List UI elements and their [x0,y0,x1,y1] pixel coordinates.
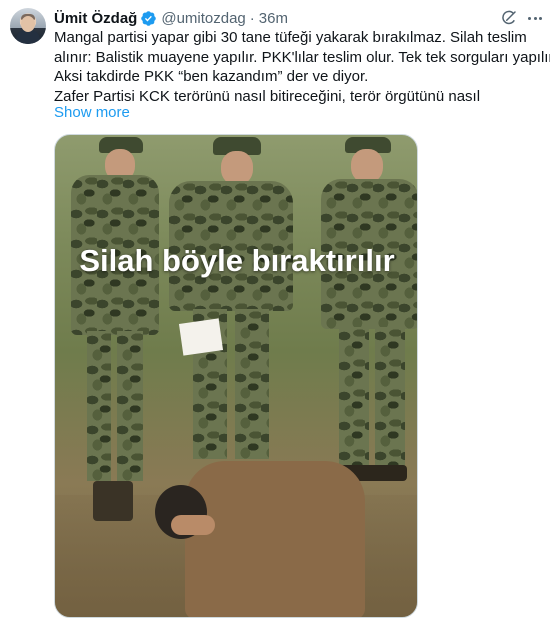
soldier-figure [317,135,417,485]
video-caption-overlay: Silah böyle bıraktırılır [79,243,395,278]
tweet-text-line: Aksi takdirde PKK “ben kazandım” der ve … [54,68,369,85]
tweet-text: Mangal partisi yapar gibi 30 tane tüfeği… [54,28,550,106]
avatar[interactable] [10,8,46,44]
more-options-icon[interactable] [525,8,545,28]
soldier-figure [163,135,293,465]
tweet-text-line: Mangal partisi yapar gibi 30 tane tüfeği… [54,29,527,46]
timestamp[interactable]: 36m [259,10,288,27]
tweet-media-video[interactable]: Silah böyle bıraktırılır [54,134,418,618]
author-handle[interactable]: @umitozdag [161,10,245,27]
soldier-figure [63,135,159,535]
verified-badge-icon [140,10,157,27]
show-more-link[interactable]: Show more [54,104,130,121]
tweet: Ümit Özdağ @umitozdag · 36m Mangal parti… [0,0,550,623]
author-name[interactable]: Ümit Özdağ [54,10,137,27]
tweet-text-line: alınır: Balistik muayene yapılır. PKK'lı… [54,48,550,66]
grok-icon[interactable] [500,9,518,27]
kneeling-person [155,455,365,617]
tweet-header: Ümit Özdağ @umitozdag · 36m [54,8,288,28]
separator-dot: · [249,9,255,27]
